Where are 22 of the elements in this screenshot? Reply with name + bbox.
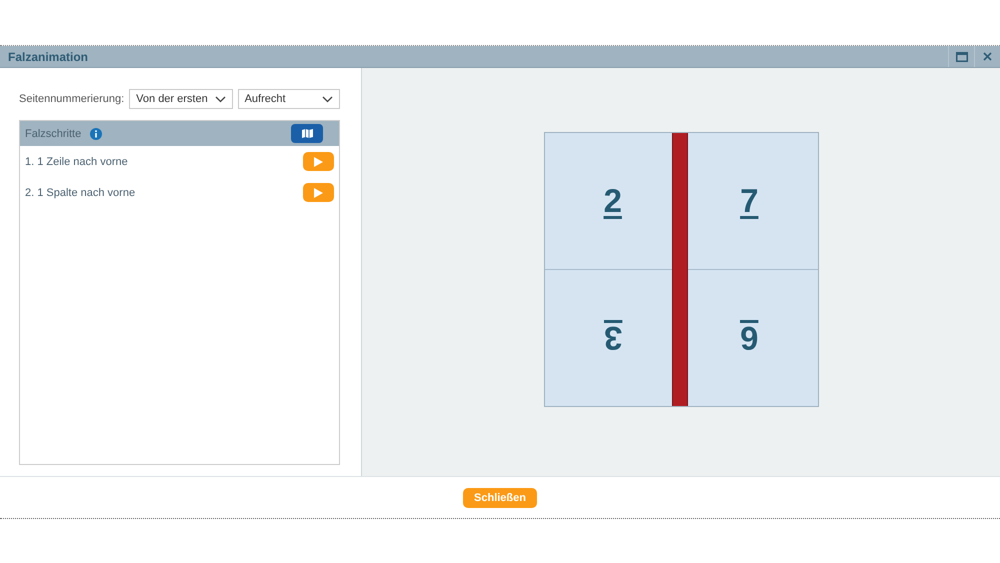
close-icon [983, 52, 992, 61]
page-number: 3 [604, 318, 622, 357]
window-title: Falzanimation [7, 50, 88, 64]
play-icon [314, 156, 323, 166]
map-button[interactable] [291, 124, 323, 143]
panel-title: Falzschritte [25, 128, 82, 140]
chevron-down-icon [322, 96, 333, 102]
page-number: 2 [604, 182, 622, 220]
orientation-dropdown[interactable]: Aufrecht [238, 89, 340, 109]
window-icon [956, 52, 968, 62]
page-number: 7 [740, 182, 758, 220]
step-label: 2. 1 Spalte nach vorne [25, 186, 136, 198]
play-button[interactable] [303, 152, 334, 171]
map-icon [302, 129, 312, 138]
play-icon [314, 188, 323, 198]
play-button[interactable] [303, 183, 334, 202]
step-label: 1. 1 Zeile nach vorne [25, 156, 128, 168]
chevron-down-icon [214, 96, 226, 102]
order-dropdown[interactable]: Von der ersten [129, 89, 233, 109]
info-icon[interactable] [90, 128, 102, 140]
page-number: 6 [740, 318, 758, 357]
numbering-label: Seitennummerierung: [19, 93, 124, 105]
